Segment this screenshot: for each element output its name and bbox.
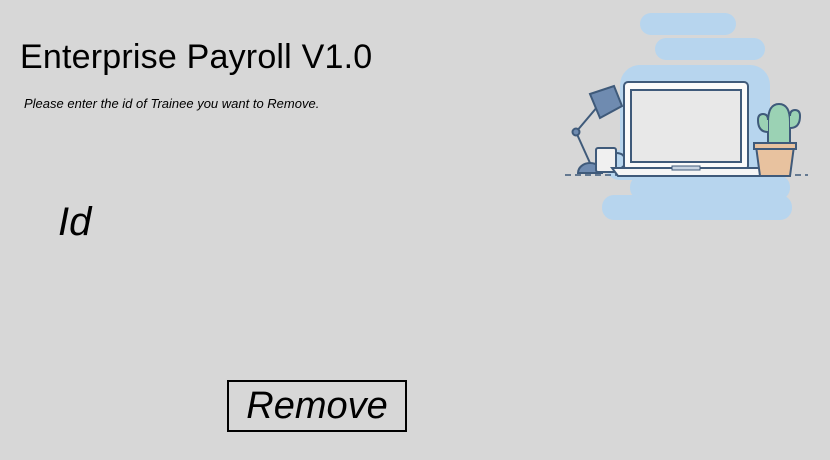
instruction-text: Please enter the id of Trainee you want … (24, 96, 320, 111)
remove-button[interactable]: Remove (227, 380, 407, 432)
id-label: Id (58, 200, 92, 244)
desk-workspace-illustration (565, 13, 808, 220)
app-title: Enterprise Payroll V1.0 (20, 38, 373, 76)
laptop-icon (610, 81, 774, 177)
